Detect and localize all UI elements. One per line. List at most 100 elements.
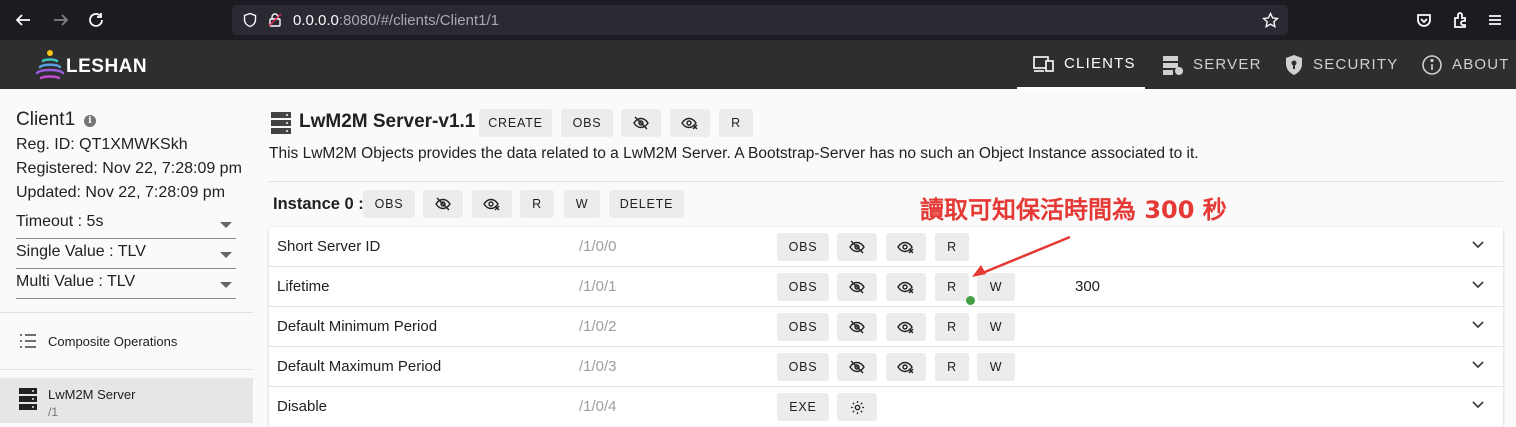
expand-chevron-icon[interactable] xyxy=(1471,400,1485,410)
resource-name: Lifetime xyxy=(277,278,330,295)
annotation-text: 讀取可知保活時間為 300 秒 xyxy=(920,196,1227,224)
nav-tab-security-label: SECURITY xyxy=(1313,56,1399,73)
eye-cancel-icon xyxy=(897,321,914,334)
back-arrow-icon[interactable] xyxy=(11,8,35,32)
nav-tab-server[interactable]: SERVER xyxy=(1162,40,1262,89)
resource-cancel-active-observe-button[interactable] xyxy=(886,233,926,261)
resource-observe-button[interactable]: OBS xyxy=(777,233,829,261)
sidebar-item-composite-operations[interactable]: Composite Operations xyxy=(0,322,253,362)
dropdown-caret-icon xyxy=(220,282,232,288)
resource-cancel-observe-button[interactable] xyxy=(837,233,877,261)
instance-delete-button[interactable]: DELETE xyxy=(609,190,684,218)
annotation-arrow-icon xyxy=(972,235,1071,277)
dropdown-caret-icon xyxy=(220,252,232,258)
resource-cancel-active-observe-button[interactable] xyxy=(886,353,926,381)
section-divider xyxy=(269,181,1503,182)
eye-off-icon xyxy=(849,360,865,374)
forward-arrow-icon[interactable] xyxy=(49,8,73,32)
object-cancel-active-observe-button[interactable] xyxy=(670,109,710,137)
url-bar[interactable]: 0.0.0.0:8080/#/clients/Client1/1 xyxy=(232,5,1288,35)
security-shield-icon xyxy=(1286,54,1302,75)
shield-icon[interactable] xyxy=(242,12,258,32)
timeout-select-value: Timeout : 5s xyxy=(16,213,104,230)
resource-cancel-observe-button[interactable] xyxy=(837,273,877,301)
nav-tab-clients[interactable]: CLIENTS xyxy=(1017,40,1145,89)
nav-tab-clients-label: CLIENTS xyxy=(1064,55,1136,72)
resource-value: 300 xyxy=(1075,278,1101,295)
resource-observe-button[interactable]: OBS xyxy=(777,273,829,301)
object-observe-button[interactable]: OBS xyxy=(561,109,613,137)
resource-path: /1/0/1 xyxy=(579,278,617,295)
sidebar-divider xyxy=(0,312,253,313)
instance-observe-button[interactable]: OBS xyxy=(363,190,415,218)
nav-tab-about[interactable]: ABOUT xyxy=(1421,40,1510,89)
resource-read-button[interactable]: R xyxy=(935,353,969,381)
instance-read-button[interactable]: R xyxy=(520,190,554,218)
client-sidebar: Client1 i Reg. ID: QT1XMWKSkh Registered… xyxy=(0,89,253,423)
resource-cancel-observe-button[interactable] xyxy=(837,313,877,341)
resource-name: Disable xyxy=(277,398,328,415)
resource-cancel-observe-button[interactable] xyxy=(837,353,877,381)
resource-observe-button[interactable]: OBS xyxy=(777,353,829,381)
reload-icon[interactable] xyxy=(84,8,108,32)
object-title: LwM2M Server-v1.1 xyxy=(299,111,476,132)
updated-time: Updated: Nov 22, 7:28:09 pm xyxy=(16,184,226,201)
resource-row: Default Maximum Period /1/0/3 OBS R W xyxy=(269,347,1503,387)
eye-cancel-icon xyxy=(897,281,914,294)
single-value-format-select[interactable]: Single Value : TLV xyxy=(16,243,236,269)
registration-id: Reg. ID: QT1XMWKSkh xyxy=(16,136,188,153)
info-icon xyxy=(1422,54,1442,75)
pocket-icon[interactable] xyxy=(1412,8,1436,32)
resource-name: Default Minimum Period xyxy=(277,318,438,335)
create-instance-button[interactable]: CREATE xyxy=(479,109,552,137)
sidebar-item-composite-label: Composite Operations xyxy=(48,334,178,349)
resource-row: Default Minimum Period /1/0/2 OBS R W xyxy=(269,307,1503,347)
extensions-icon[interactable] xyxy=(1448,8,1472,32)
instance-write-button[interactable]: W xyxy=(564,190,600,218)
instance-title: Instance 0 : xyxy=(273,195,364,213)
multi-value-select-value: Multi Value : TLV xyxy=(16,273,136,290)
list-icon xyxy=(20,334,36,348)
server-icon xyxy=(1163,55,1183,75)
resource-name: Short Server ID xyxy=(277,238,381,255)
expand-chevron-icon[interactable] xyxy=(1471,280,1485,290)
eye-off-icon xyxy=(849,320,865,334)
resource-write-button[interactable]: W xyxy=(977,353,1015,381)
resource-name: Default Maximum Period xyxy=(277,358,442,375)
eye-off-icon xyxy=(633,116,649,130)
resource-observe-button[interactable]: OBS xyxy=(777,313,829,341)
insecure-lock-icon[interactable] xyxy=(267,12,283,32)
gear-icon xyxy=(850,400,864,414)
resource-path: /1/0/4 xyxy=(579,398,617,415)
object-cancel-observe-button[interactable] xyxy=(621,109,661,137)
eye-off-icon xyxy=(849,280,865,294)
resource-cancel-active-observe-button[interactable] xyxy=(886,313,926,341)
resource-cancel-active-observe-button[interactable] xyxy=(886,273,926,301)
url-text[interactable]: 0.0.0.0:8080/#/clients/Client1/1 xyxy=(293,12,499,29)
client-info-icon[interactable]: i xyxy=(84,115,96,127)
object-panel: LwM2M Server-v1.1 CREATE OBS R This LwM2… xyxy=(253,89,1516,427)
resource-execute-button[interactable]: EXE xyxy=(777,393,829,421)
instance-cancel-observe-button[interactable] xyxy=(423,190,463,218)
resource-row: Lifetime /1/0/1 OBS R W 300 xyxy=(269,267,1503,307)
bookmark-star-icon[interactable] xyxy=(1262,11,1279,33)
menu-hamburger-icon[interactable] xyxy=(1483,8,1507,32)
server-object-icon xyxy=(19,388,37,410)
expand-chevron-icon[interactable] xyxy=(1471,320,1485,330)
resource-read-button[interactable]: R xyxy=(935,313,969,341)
timeout-select[interactable]: Timeout : 5s xyxy=(16,213,236,239)
browser-toolbar: 0.0.0.0:8080/#/clients/Client1/1 xyxy=(0,0,1516,40)
object-read-button[interactable]: R xyxy=(719,109,753,137)
url-host: 0.0.0.0 xyxy=(293,12,339,29)
eye-cancel-icon xyxy=(483,198,500,211)
resource-write-button[interactable]: W xyxy=(977,313,1015,341)
sidebar-item-lwm2m-server[interactable]: LwM2M Server /1 xyxy=(0,378,253,423)
expand-chevron-icon[interactable] xyxy=(1471,360,1485,370)
resource-path: /1/0/0 xyxy=(579,238,617,255)
nav-tab-security[interactable]: SECURITY xyxy=(1284,40,1398,89)
nav-tab-about-label: ABOUT xyxy=(1452,56,1510,73)
instance-cancel-active-observe-button[interactable] xyxy=(472,190,512,218)
resource-execute-params-button[interactable] xyxy=(837,393,877,421)
multi-value-format-select[interactable]: Multi Value : TLV xyxy=(16,273,236,299)
expand-chevron-icon[interactable] xyxy=(1471,240,1485,250)
